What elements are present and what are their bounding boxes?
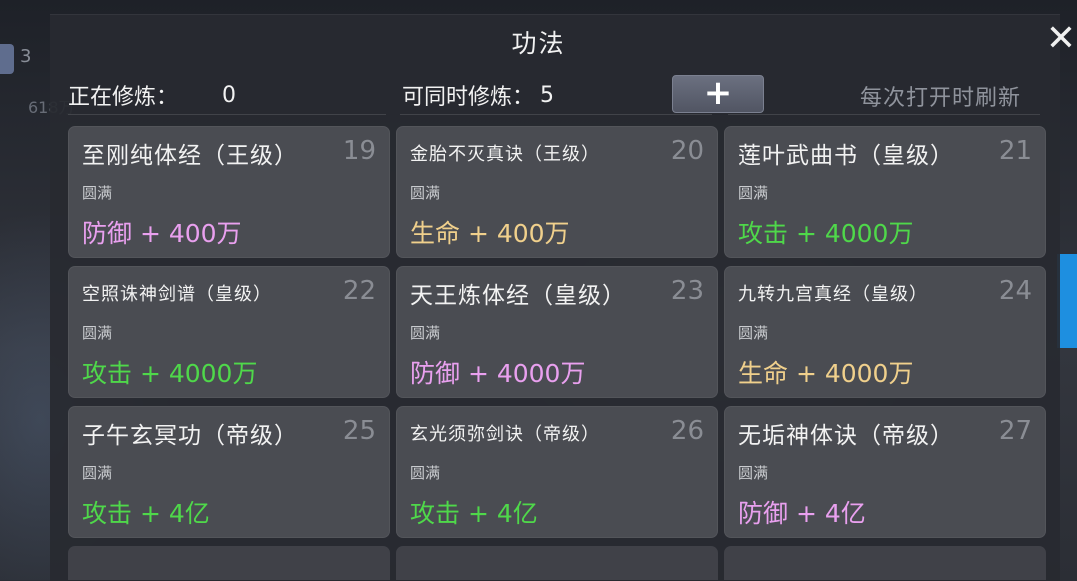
divider: [68, 114, 386, 115]
gongfa-card[interactable]: 莲叶武曲书（皇级） 21 圆满攻击 + 4000万: [724, 126, 1046, 258]
gongfa-card[interactable]: 至刚纯体经（王级） 19 圆满防御 + 400万: [68, 126, 390, 258]
divider: [728, 114, 1040, 115]
card-status: 圆满: [82, 324, 113, 342]
card-status: 圆满: [410, 184, 441, 202]
card-bonus: 生命 + 4000万: [738, 359, 914, 388]
card-title: 九转九宫真经（皇级）: [738, 284, 928, 305]
card-bonus: 攻击 + 4亿: [82, 499, 210, 528]
card-status: 圆满: [82, 464, 113, 482]
card-bonus: 防御 + 4亿: [738, 499, 866, 528]
card-title: 天王炼体经（皇级）: [410, 283, 626, 309]
side-tab-handle[interactable]: [1057, 254, 1077, 348]
training-label: 正在修炼：: [68, 85, 179, 110]
concurrent-value: 5: [540, 82, 555, 108]
card-bonus: 防御 + 4000万: [410, 359, 586, 388]
list-item[interactable]: [724, 546, 1046, 580]
refresh-note: 每次打开时刷新: [860, 86, 1022, 111]
card-bonus: 攻击 + 4000万: [738, 219, 914, 248]
close-button[interactable]: ✕: [1044, 20, 1077, 58]
card-bonus: 攻击 + 4亿: [410, 499, 538, 528]
gongfa-card[interactable]: 无垢神体诀（帝级） 27 圆满防御 + 4亿: [724, 406, 1046, 538]
card-status: 圆满: [410, 464, 441, 482]
card-bonus: 防御 + 400万: [82, 219, 242, 248]
add-slot-button[interactable]: +: [672, 75, 764, 113]
gongfa-card[interactable]: 九转九宫真经（皇级） 24 圆满生命 + 4000万: [724, 266, 1046, 398]
divider: [400, 114, 712, 115]
card-number: 25: [342, 416, 376, 446]
gongfa-card[interactable]: 天王炼体经（皇级） 23 圆满防御 + 4000万: [396, 266, 718, 398]
training-value: 0: [222, 82, 237, 108]
training-count: 正在修炼： 0: [68, 80, 237, 111]
card-status: 圆满: [82, 184, 113, 202]
card-status: 圆满: [738, 324, 769, 342]
card-bonus: 生命 + 400万: [410, 219, 570, 248]
card-title: 无垢神体诀（帝级）: [738, 423, 954, 449]
card-number: 24: [998, 276, 1032, 306]
gongfa-card[interactable]: 玄光须弥剑诀（帝级） 26 圆满攻击 + 4亿: [396, 406, 718, 538]
gongfa-card[interactable]: 空照诛神剑谱（皇级） 22 圆满攻击 + 4000万: [68, 266, 390, 398]
card-title: 子午玄冥功（帝级）: [82, 423, 298, 449]
card-number: 21: [998, 136, 1032, 166]
card-title: 玄光须弥剑诀（帝级）: [410, 424, 600, 445]
card-status: 圆满: [738, 184, 769, 202]
list-item[interactable]: [68, 546, 390, 580]
card-number: 20: [670, 136, 704, 166]
card-bonus: 攻击 + 4000万: [82, 359, 258, 388]
card-title: 空照诛神剑谱（皇级）: [82, 284, 272, 305]
concurrent-label: 可同时修炼：: [402, 85, 535, 110]
card-number: 23: [670, 276, 704, 306]
card-number: 26: [670, 416, 704, 446]
concurrent-count: 可同时修炼： 5: [402, 80, 555, 111]
card-title: 金胎不灭真诀（王级）: [410, 144, 600, 165]
card-status: 圆满: [410, 324, 441, 342]
card-number: 19: [342, 136, 376, 166]
card-title: 至刚纯体经（王级）: [82, 143, 298, 169]
panel-title: 功法: [511, 29, 566, 58]
card-status: 圆满: [738, 464, 769, 482]
card-number: 27: [998, 416, 1032, 446]
list-item[interactable]: [396, 546, 718, 580]
card-number: 22: [342, 276, 376, 306]
card-title: 莲叶武曲书（皇级）: [738, 143, 954, 169]
gongfa-card[interactable]: 子午玄冥功（帝级） 25 圆满攻击 + 4亿: [68, 406, 390, 538]
gongfa-card[interactable]: 金胎不灭真诀（王级） 20 圆满生命 + 400万: [396, 126, 718, 258]
